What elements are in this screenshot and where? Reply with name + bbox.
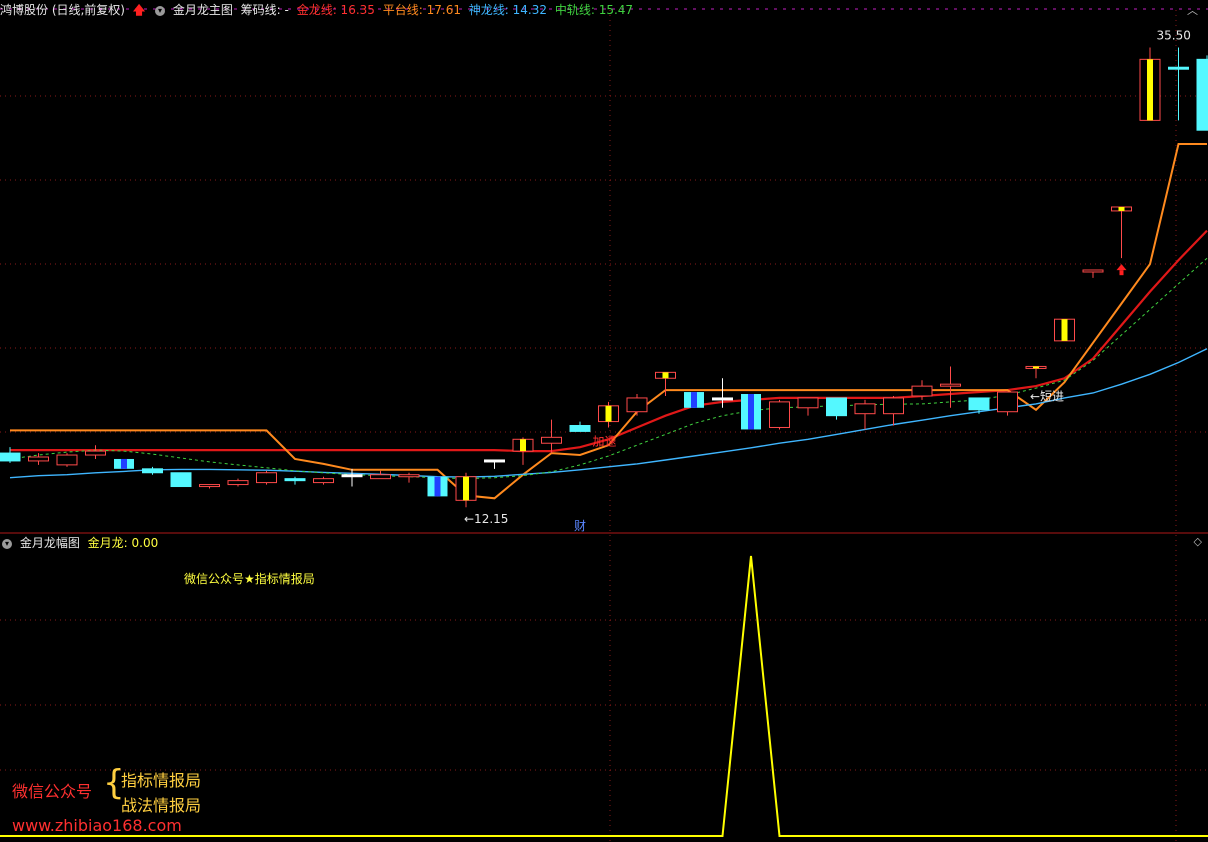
candle[interactable] — [199, 484, 220, 489]
up-arrow-icon — [1119, 270, 1124, 276]
candle[interactable] — [85, 445, 106, 459]
chart-annotation: ←短进 — [1030, 389, 1064, 403]
chip-line-label: 筹码线: - — [240, 3, 289, 17]
sub-chart-header: ▾ 金月龙幅图 金月龙: 0.00 — [0, 534, 162, 552]
candle[interactable] — [1111, 206, 1132, 259]
candle[interactable] — [598, 401, 619, 428]
candle[interactable] — [142, 466, 163, 475]
chart-annotation: 35.50 — [1157, 29, 1191, 43]
candle[interactable] — [398, 472, 420, 483]
main-indicator-name[interactable]: 金月龙主图 — [173, 3, 233, 17]
brand-left: 微信公众号 — [12, 782, 93, 801]
value-pingtai: 平台线: 17.61 — [382, 3, 461, 17]
main-chart-header: 鸿博股份 (日线,前复权) 🡅 ▾ 金月龙主图 筹码线: - 金龙线: 16.3… — [0, 1, 637, 19]
sub-indicator-value: 金月龙: 0.00 — [87, 536, 159, 550]
candle[interactable] — [170, 472, 192, 488]
value-shenlong: 神龙线: 14.32 — [468, 3, 548, 17]
sub-indicator-name[interactable]: 金月龙幅图 — [20, 536, 80, 550]
candle[interactable] — [883, 395, 904, 426]
candle[interactable] — [1025, 365, 1047, 379]
brand-line2: 战法情报局 — [121, 796, 202, 815]
brand-url: www.zhibiao168.com — [12, 816, 182, 835]
up-arrow-icon — [1116, 264, 1127, 271]
candle[interactable] — [341, 468, 363, 487]
candle[interactable] — [769, 399, 790, 430]
candle[interactable] — [854, 399, 876, 430]
candle[interactable] — [313, 476, 334, 485]
candle[interactable] — [684, 392, 704, 408]
candle[interactable] — [227, 478, 249, 487]
stock-label: 鸿博股份 (日线,前复权) — [0, 3, 125, 17]
candle[interactable] — [284, 476, 306, 485]
chevron-down-icon[interactable]: ▾ — [155, 5, 165, 16]
candle[interactable] — [1139, 47, 1161, 121]
candle[interactable] — [114, 458, 134, 469]
value-zhonggui: 中轨线: 15.47 — [554, 3, 634, 17]
chart-canvas[interactable]: 35.50 ←12.15 加速 ←短进财 — [0, 0, 1208, 842]
chart-annotation: 财 — [574, 519, 586, 533]
candle[interactable] — [997, 391, 1018, 416]
candle[interactable] — [741, 394, 761, 430]
candle[interactable] — [256, 470, 277, 485]
up-arrow-icon: 🡅 — [132, 3, 146, 17]
watermark-text: 微信公众号★指标情报局 — [184, 572, 315, 586]
chart-annotation: ←12.15 — [464, 512, 508, 526]
chart-annotation: 加速 — [593, 434, 617, 448]
candle[interactable] — [1082, 269, 1104, 278]
candle[interactable] — [655, 371, 676, 396]
candle[interactable] — [940, 366, 961, 408]
candle[interactable] — [427, 476, 448, 497]
candle[interactable] — [541, 419, 562, 454]
candle[interactable] — [370, 470, 391, 480]
candle[interactable] — [28, 453, 49, 465]
expand-icon[interactable]: ︿ — [1187, 2, 1198, 18]
candle[interactable] — [1196, 55, 1208, 131]
brand-line1: 指标情报局 — [121, 771, 202, 790]
candle[interactable] — [626, 394, 648, 416]
diamond-icon[interactable]: ◇ — [1194, 535, 1202, 548]
candle[interactable] — [1168, 47, 1189, 121]
candle[interactable] — [56, 453, 78, 467]
value-jinlong: 金龙线: 16.35 — [296, 3, 375, 17]
candle[interactable] — [455, 472, 477, 508]
candle[interactable] — [1054, 318, 1075, 342]
candle[interactable] — [512, 437, 534, 465]
candle[interactable] — [569, 421, 591, 432]
candle[interactable] — [484, 459, 505, 469]
candle[interactable] — [826, 397, 847, 420]
candle[interactable] — [797, 397, 819, 416]
chevron-down-icon[interactable]: ▾ — [2, 538, 12, 549]
